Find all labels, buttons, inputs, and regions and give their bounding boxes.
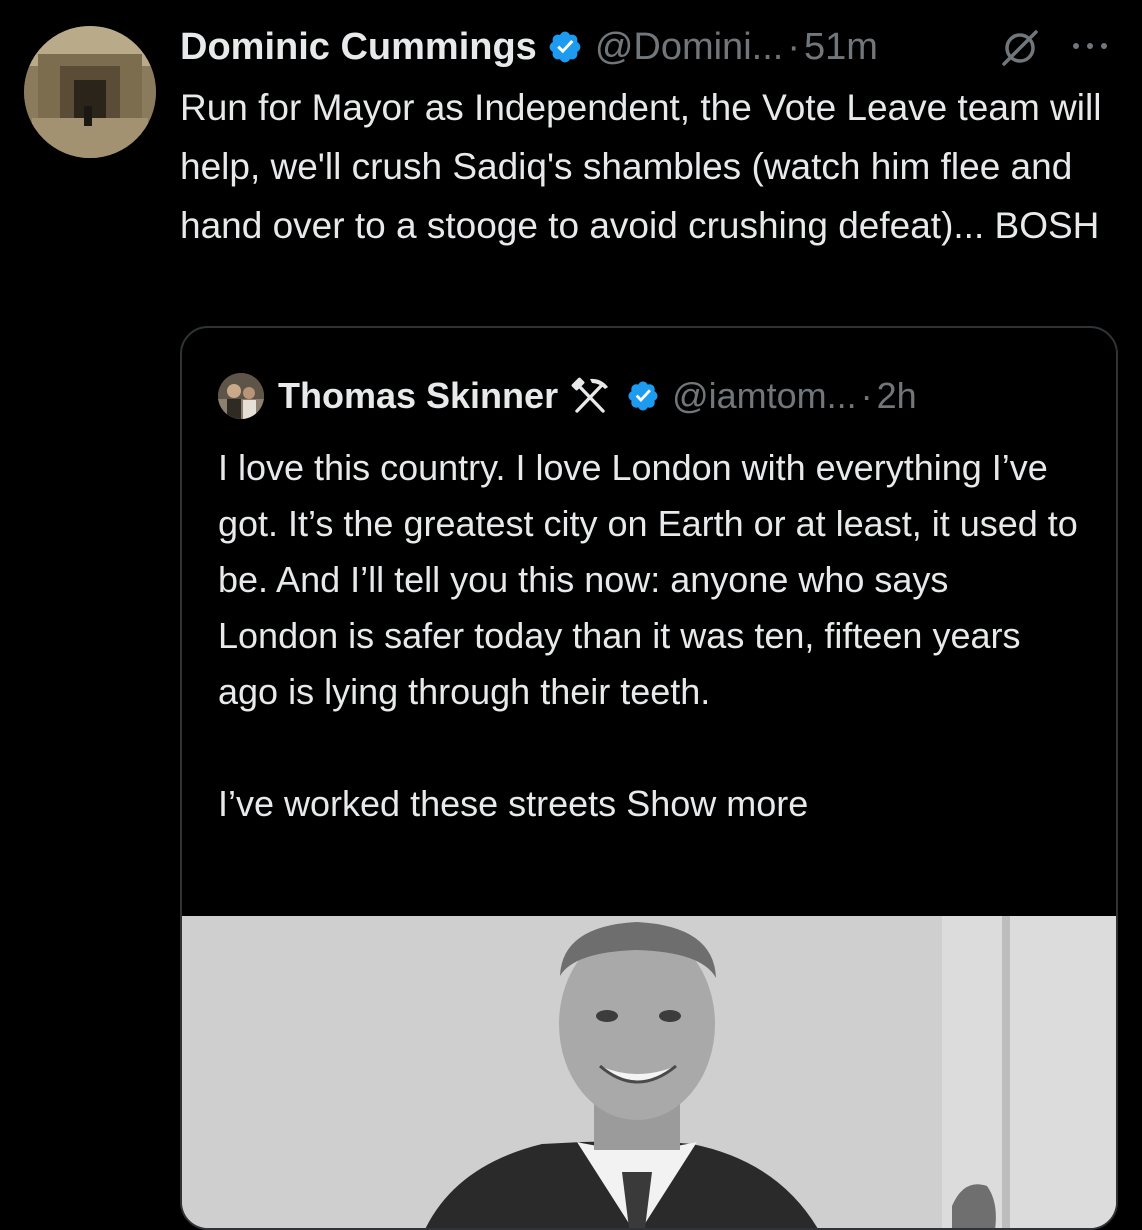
quoted-author-handle[interactable]: @iamtom... bbox=[672, 375, 857, 417]
author-avatar[interactable] bbox=[24, 26, 156, 158]
tweet[interactable]: Dominic Cummings @Domini... · 51m Run fo… bbox=[0, 0, 1142, 1230]
author-name[interactable]: Dominic Cummings bbox=[180, 26, 537, 69]
more-options-icon[interactable] bbox=[1068, 34, 1112, 58]
author-handle[interactable]: @Domini... bbox=[595, 26, 784, 69]
separator-dot: · bbox=[787, 25, 800, 68]
tweet-text: Run for Mayor as Independent, the Vote L… bbox=[180, 87, 1112, 246]
tweet-header: Dominic Cummings @Domini... · 51m bbox=[180, 22, 878, 72]
quoted-paragraph-2-text: I’ve worked these streets bbox=[218, 783, 617, 824]
grok-icon[interactable] bbox=[998, 26, 1042, 70]
quoted-tweet-header: Thomas Skinner @iamtom... · 2h bbox=[218, 372, 917, 420]
photo-of-man-in-suit bbox=[182, 916, 1116, 1228]
show-more-link[interactable]: Show more bbox=[626, 783, 808, 824]
quoted-verified-badge-icon bbox=[628, 381, 658, 411]
quoted-tweet[interactable]: Thomas Skinner @iamtom... · 2h I love th… bbox=[180, 326, 1118, 1230]
quoted-paragraph-1: I love this country. I love London with … bbox=[218, 447, 1078, 712]
quoted-paragraph-2: I’ve worked these streets Show more bbox=[218, 776, 1078, 832]
verified-badge-icon bbox=[549, 31, 581, 63]
tweet-time[interactable]: 51m bbox=[804, 26, 878, 69]
quoted-tweet-text: I love this country. I love London with … bbox=[218, 440, 1078, 832]
avatar-image bbox=[24, 26, 156, 158]
quoted-media-photo[interactable] bbox=[182, 916, 1116, 1228]
quoted-avatar-image bbox=[218, 373, 264, 419]
hammer-and-pick-icon bbox=[571, 377, 609, 413]
quoted-tweet-time[interactable]: 2h bbox=[877, 375, 917, 417]
quoted-separator-dot: · bbox=[860, 375, 873, 416]
quoted-author-name[interactable]: Thomas Skinner bbox=[278, 375, 558, 417]
quoted-author-avatar[interactable] bbox=[218, 373, 264, 419]
